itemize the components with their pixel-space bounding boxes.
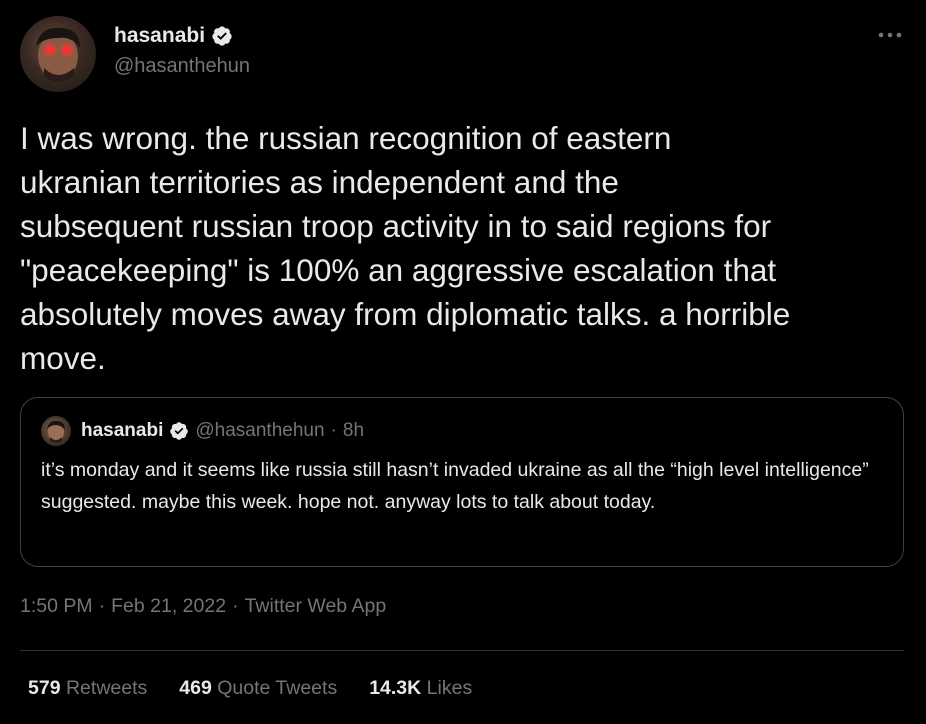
more-options-icon[interactable] [876, 25, 904, 45]
quoted-tweet-header: hasanabi @hasanthehun · 8h [41, 416, 364, 446]
meta-separator: · [98, 595, 106, 617]
tweet-card: hasanabi @hasanthehun I was wrong. the r… [0, 0, 926, 724]
tweet-text: I was wrong. the russian recognition of … [20, 120, 791, 376]
retweets-stat[interactable]: 579 Retweets [28, 677, 147, 700]
quote-tweets-stat[interactable]: 469 Quote Tweets [179, 677, 337, 700]
tweet-source[interactable]: Twitter Web App [245, 595, 387, 618]
quote-tweets-count: 469 [179, 677, 212, 699]
meta-separator: · [232, 595, 239, 617]
quoted-tweet[interactable]: hasanabi @hasanthehun · 8h it’s monday a… [20, 397, 904, 567]
quoted-author-avatar [41, 416, 71, 446]
avatar-image [36, 27, 80, 82]
author-avatar[interactable] [20, 16, 96, 92]
quoted-author-handle: @hasanthehun [195, 420, 325, 441]
tweet-date[interactable]: Feb 21, 2022 [111, 595, 226, 618]
likes-label: Likes [426, 677, 473, 699]
likes-stat[interactable]: 14.3K Likes [369, 677, 472, 700]
author-name-row: hasanabi [114, 22, 233, 50]
retweets-label: Retweets [65, 677, 148, 699]
retweets-count: 579 [28, 677, 61, 699]
quoted-timestamp[interactable]: 8h [343, 420, 364, 442]
divider [20, 650, 904, 651]
quoted-verified-badge-icon [170, 422, 189, 440]
quoted-separator: · [330, 420, 337, 441]
engagement-stats: 579 Retweets 469 Quote Tweets 14.3K Like… [28, 677, 472, 700]
quoted-author-name: hasanabi [81, 420, 164, 441]
likes-count: 14.3K [369, 677, 422, 699]
quote-tweets-label: Quote Tweets [217, 677, 338, 699]
verified-badge-icon [212, 26, 232, 46]
author-name[interactable]: hasanabi [114, 24, 205, 48]
tweet-metadata: 1:50 PM · Feb 21, 2022 · Twitter Web App [20, 595, 386, 618]
author-handle[interactable]: @hasanthehun [114, 55, 250, 78]
quoted-tweet-text: it’s monday and it seems like russia sti… [41, 459, 869, 513]
tweet-time[interactable]: 1:50 PM [20, 595, 93, 618]
